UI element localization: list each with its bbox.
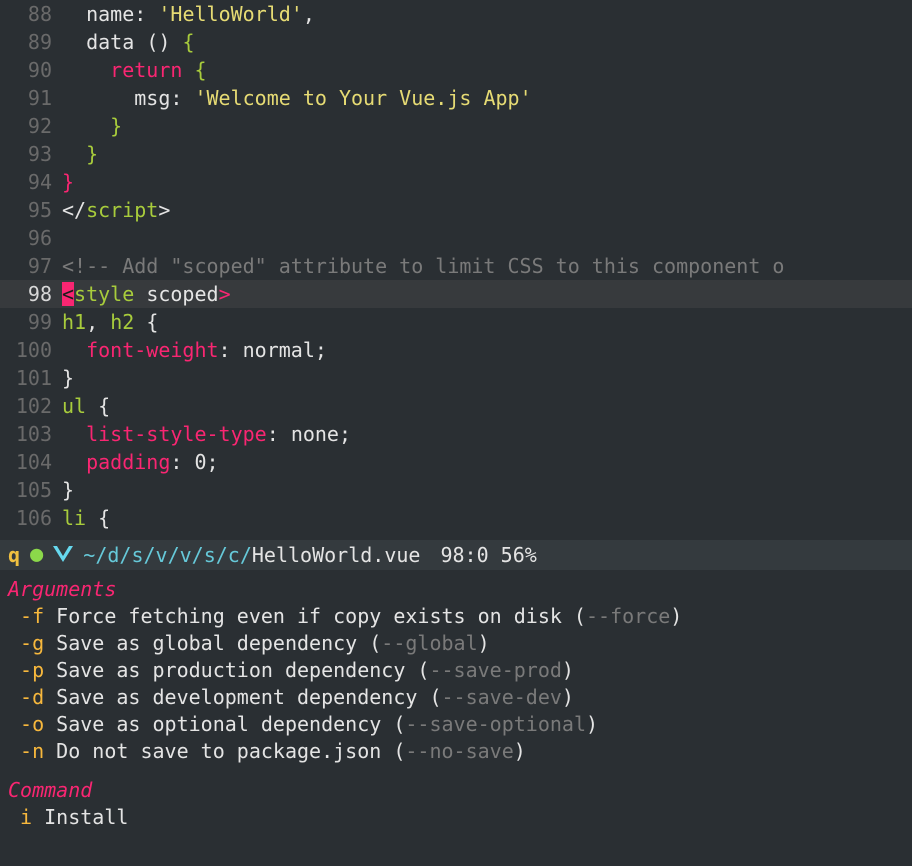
argument-description: Save as optional dependency ( [56,712,405,736]
code-line[interactable]: 101} [0,364,912,392]
argument-description: Save as development dependency ( [56,685,441,709]
code-line[interactable]: 89 data () { [0,28,912,56]
line-number: 99 [0,308,62,336]
argument-description: Do not save to package.json ( [56,739,405,763]
argument-flag: -f [8,604,56,628]
line-number: 96 [0,224,62,252]
code-text[interactable]: </script> [62,196,912,224]
argument-description: Save as production dependency ( [56,658,429,682]
code-line[interactable]: 103 list-style-type: none; [0,420,912,448]
line-number: 91 [0,84,62,112]
argument-alt: --save-dev [441,685,561,709]
code-line[interactable]: 92 } [0,112,912,140]
statusbar-q: q [8,541,20,569]
argument-flag: -d [8,685,56,709]
code-text[interactable]: } [62,112,912,140]
line-number: 89 [0,28,62,56]
line-number: 94 [0,168,62,196]
argument-item[interactable]: -f Force fetching even if copy exists on… [8,603,904,630]
line-number: 104 [0,448,62,476]
code-line[interactable]: 99h1, h2 { [0,308,912,336]
argument-description: Force fetching even if copy exists on di… [56,604,586,628]
argument-item[interactable]: -n Do not save to package.json (--no-sav… [8,738,904,765]
git-clean-dot-icon: ● [30,541,43,569]
code-text[interactable]: return { [62,56,912,84]
argument-item[interactable]: -p Save as production dependency (--save… [8,657,904,684]
line-number: 88 [0,0,62,28]
code-line[interactable]: 97<!-- Add "scoped" attribute to limit C… [0,252,912,280]
line-number: 95 [0,196,62,224]
code-line[interactable]: 96 [0,224,912,252]
line-number: 93 [0,140,62,168]
code-text[interactable]: ul { [62,392,912,420]
vue-logo-icon [53,546,73,564]
code-text[interactable]: <!-- Add "scoped" attribute to limit CSS… [62,252,912,280]
code-text[interactable]: padding: 0; [62,448,912,476]
code-text[interactable]: list-style-type: none; [62,420,912,448]
code-line[interactable]: 105} [0,476,912,504]
argument-alt: --force [586,604,670,628]
statusbar-path-dim: ~/d/s/v/v/s/c/ [83,543,252,567]
command-item[interactable]: i Install [8,804,904,831]
arguments-title: Arguments [8,576,904,603]
code-line[interactable]: 93 } [0,140,912,168]
code-editor[interactable]: 88 name: 'HelloWorld',89 data () {90 ret… [0,0,912,540]
command-title: Command [8,777,904,804]
argument-description: Save as global dependency ( [56,631,381,655]
code-line[interactable]: 94} [0,168,912,196]
code-text[interactable]: } [62,168,912,196]
argument-item[interactable]: -g Save as global dependency (--global) [8,630,904,657]
argument-alt: --no-save [405,739,513,763]
statusbar-filename: HelloWorld.vue [252,543,421,567]
command-list: i Install [8,804,904,831]
argument-alt: --save-prod [429,658,561,682]
statusbar-position: 98:0 56% [440,541,536,569]
code-text[interactable]: <style scoped> [62,280,912,308]
code-line[interactable]: 102ul { [0,392,912,420]
line-number: 101 [0,364,62,392]
argument-alt: --save-optional [405,712,586,736]
code-line[interactable]: 90 return { [0,56,912,84]
help-panel: Arguments -f Force fetching even if copy… [0,570,912,831]
code-text[interactable]: name: 'HelloWorld', [62,0,912,28]
status-bar: q ● ~/d/s/v/v/s/c/HelloWorld.vue 98:0 56… [0,540,912,570]
argument-item[interactable]: -d Save as development dependency (--sav… [8,684,904,711]
code-line[interactable]: 104 padding: 0; [0,448,912,476]
code-text[interactable] [62,224,912,252]
code-text[interactable]: } [62,140,912,168]
line-number: 103 [0,420,62,448]
code-line[interactable]: 100 font-weight: normal; [0,336,912,364]
line-number: 102 [0,392,62,420]
argument-flag: -n [8,739,56,763]
command-description: Install [44,805,128,829]
line-number: 100 [0,336,62,364]
code-line[interactable]: 106li { [0,504,912,532]
argument-flag: -o [8,712,56,736]
code-line[interactable]: 98<style scoped> [0,280,912,308]
code-line[interactable]: 95</script> [0,196,912,224]
code-text[interactable]: h1, h2 { [62,308,912,336]
code-line[interactable]: 91 msg: 'Welcome to Your Vue.js App' [0,84,912,112]
argument-item[interactable]: -o Save as optional dependency (--save-o… [8,711,904,738]
code-text[interactable]: msg: 'Welcome to Your Vue.js App' [62,84,912,112]
statusbar-path: ~/d/s/v/v/s/c/HelloWorld.vue [83,541,420,569]
code-text[interactable]: } [62,476,912,504]
arguments-list: -f Force fetching even if copy exists on… [8,603,904,765]
code-text[interactable]: } [62,364,912,392]
command-key: i [8,805,44,829]
argument-flag: -g [8,631,56,655]
line-number: 97 [0,252,62,280]
argument-flag: -p [8,658,56,682]
code-text[interactable]: data () { [62,28,912,56]
line-number: 105 [0,476,62,504]
line-number: 106 [0,504,62,532]
line-number: 90 [0,56,62,84]
argument-alt: --global [381,631,477,655]
line-number: 92 [0,112,62,140]
code-text[interactable]: li { [62,504,912,532]
line-number: 98 [0,280,62,308]
code-line[interactable]: 88 name: 'HelloWorld', [0,0,912,28]
code-text[interactable]: font-weight: normal; [62,336,912,364]
